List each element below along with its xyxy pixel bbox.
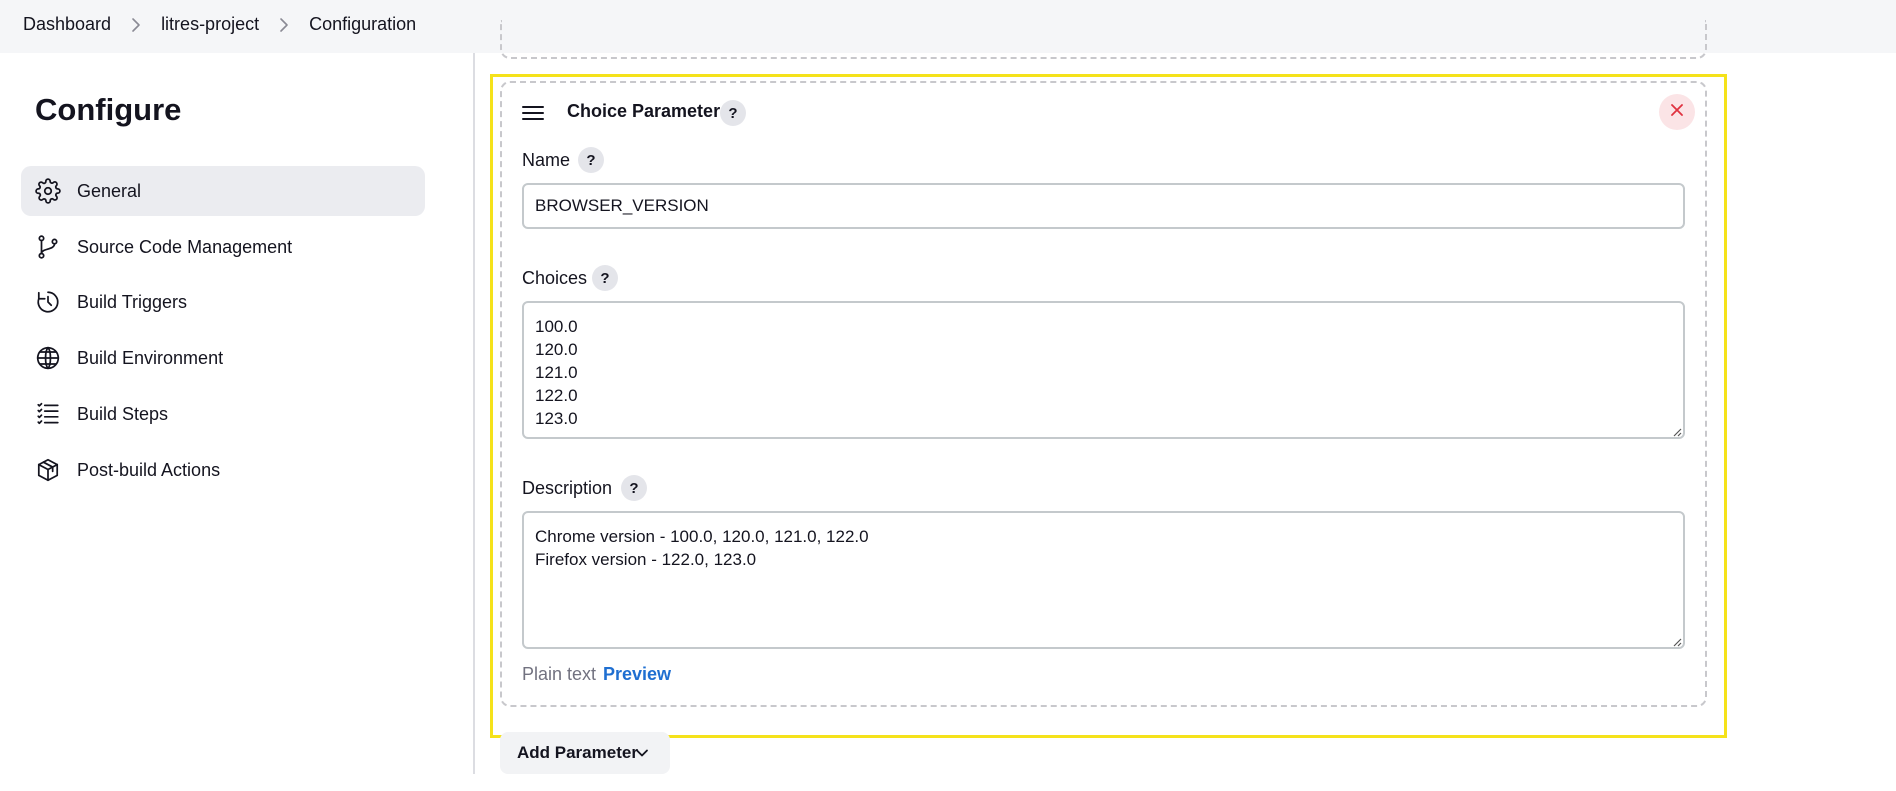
globe-icon: [35, 345, 61, 371]
drag-handle-icon[interactable]: [522, 104, 544, 122]
add-parameter-button[interactable]: Add Parameter: [500, 732, 670, 774]
close-icon: [1671, 103, 1683, 121]
previous-parameter-card: [500, 20, 1707, 59]
package-icon: [35, 457, 61, 483]
page-title: Configure: [35, 92, 182, 127]
sidebar-divider: [473, 53, 475, 774]
breadcrumb-configuration[interactable]: Configuration: [309, 14, 416, 35]
chevron-down-icon: [635, 746, 649, 760]
breadcrumb-project[interactable]: litres-project: [161, 14, 259, 35]
help-icon[interactable]: ?: [578, 147, 604, 173]
name-label: Name: [522, 150, 571, 170]
help-icon[interactable]: ?: [720, 100, 746, 126]
sidebar-item-label: Source Code Management: [77, 236, 293, 257]
git-branch-icon: [35, 234, 61, 260]
sidebar-item-label: Build Triggers: [77, 291, 188, 312]
clock-icon: [35, 289, 61, 315]
description-textarea[interactable]: [522, 511, 1685, 649]
sidebar-item-label: Post-build Actions: [77, 459, 221, 480]
sidebar-item-label: Build Environment: [77, 347, 224, 368]
resize-handle-icon[interactable]: [1670, 634, 1682, 647]
sidebar-item-build-steps[interactable]: Build Steps: [21, 389, 425, 439]
resize-handle-icon[interactable]: [1670, 424, 1682, 437]
sidebar-item-general[interactable]: General: [21, 166, 425, 216]
sidebar-item-label: Build Steps: [77, 403, 169, 424]
card-title: Choice Parameter: [567, 101, 721, 121]
preview-link[interactable]: Preview: [603, 664, 671, 685]
chevron-right-icon: [279, 17, 289, 33]
breadcrumb: Dashboard litres-project Configuration: [23, 14, 416, 35]
choices-label: Choices: [522, 268, 588, 288]
sidebar-item-build-triggers[interactable]: Build Triggers: [21, 277, 425, 327]
choices-textarea[interactable]: [522, 301, 1685, 439]
help-icon[interactable]: ?: [592, 265, 618, 291]
sidebar-item-label: General: [77, 180, 142, 201]
close-button[interactable]: [1659, 94, 1695, 130]
description-label: Description: [522, 478, 613, 498]
sidebar-item-build-environment[interactable]: Build Environment: [21, 333, 425, 383]
help-icon[interactable]: ?: [621, 475, 647, 501]
sidebar-item-post-build-actions[interactable]: Post-build Actions: [21, 445, 425, 495]
list-icon: [35, 401, 61, 427]
add-parameter-label: Add Parameter: [517, 743, 638, 762]
gear-icon: [35, 178, 61, 204]
breadcrumb-dashboard[interactable]: Dashboard: [23, 14, 111, 35]
format-plain-text: Plain text: [522, 664, 597, 684]
chevron-right-icon: [131, 17, 141, 33]
sidebar-item-source-code-management[interactable]: Source Code Management: [21, 222, 425, 272]
name-input[interactable]: [522, 183, 1685, 229]
